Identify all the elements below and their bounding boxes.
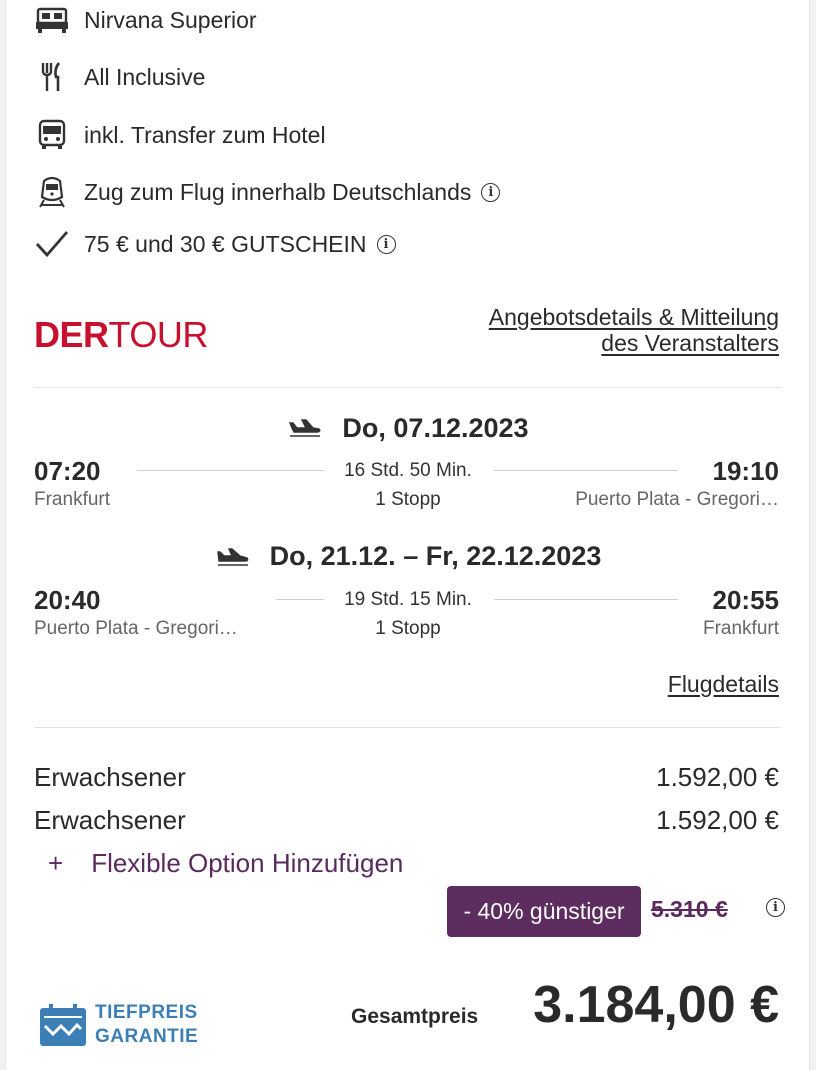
- total-price: 3.184,00 €: [533, 976, 779, 1034]
- return-dep-city: Puerto Plata - Gregori…: [34, 618, 238, 639]
- old-price: 5.310 €: [651, 896, 728, 922]
- offer-card: Nirvana Superior All Inclusive inkl. Tra…: [5, 0, 810, 1070]
- return-stops: 1 Stopp: [375, 618, 441, 639]
- feature-transfer: inkl. Transfer zum Hotel: [34, 117, 326, 153]
- price-row-label: Erwachsener: [34, 805, 186, 835]
- return-header: Do, 21.12. – Fr, 22.12.2023: [6, 541, 811, 572]
- outbound-arr-city: Puerto Plata - Gregori…: [575, 489, 779, 510]
- divider: [34, 727, 781, 728]
- arrival-plane-icon: [216, 547, 248, 566]
- return-line-right: [494, 599, 678, 600]
- outbound-line-left: [137, 470, 324, 471]
- tiefpreis-line2: GARANTIE: [95, 1026, 199, 1047]
- outbound-arr-time: 19:10: [712, 456, 780, 486]
- feature-room-label: Nirvana Superior: [84, 6, 257, 33]
- voucher-info-icon[interactable]: i: [376, 234, 396, 254]
- outbound-dep-city: Frankfurt: [34, 489, 111, 510]
- return-date: Do, 21.12. – Fr, 22.12.2023: [269, 541, 602, 571]
- feature-board: All Inclusive: [34, 59, 205, 95]
- outbound-header: Do, 07.12.2023: [6, 413, 811, 444]
- price-row-value: 1.592,00 €: [656, 762, 779, 792]
- tiefpreis-garantie: TIEFPREIS GARANTIE: [39, 1001, 198, 1049]
- plus-icon: +: [48, 848, 64, 878]
- feature-board-label: All Inclusive: [84, 63, 206, 90]
- feature-transfer-label: inkl. Transfer zum Hotel: [84, 121, 326, 148]
- feature-voucher: 75 € und 30 € GUTSCHEIN i: [34, 226, 396, 262]
- cutlery-icon: [34, 59, 70, 95]
- feature-train-label: Zug zum Flug innerhalb Deutschlands: [84, 178, 472, 205]
- logo-tour: TOUR: [108, 314, 209, 355]
- divider: [34, 387, 781, 388]
- dertour-logo: DERTOUR: [34, 314, 208, 356]
- calendar-guarantee-icon: [40, 1004, 86, 1046]
- return-arr-city: Frankfurt: [702, 618, 779, 639]
- price-row-label: Erwachsener: [34, 762, 186, 792]
- outbound-date: Do, 07.12.2023: [342, 413, 529, 443]
- offer-details-line1: Angebotsdetails & Mitteilung: [488, 304, 779, 330]
- discount-badge: - 40% günstiger: [447, 886, 641, 937]
- return-dep-time: 20:40: [34, 585, 101, 615]
- feature-train: Zug zum Flug innerhalb Deutschlands i: [34, 174, 501, 210]
- offer-details-link[interactable]: Angebotsdetails & Mitteilung des Veranst…: [489, 304, 779, 356]
- logo-der: DER: [34, 314, 109, 355]
- price-row-value: 1.592,00 €: [656, 805, 779, 835]
- tiefpreis-line1: TIEFPREIS: [95, 1002, 198, 1023]
- flexible-option-label: Flexible Option Hinzufügen: [91, 848, 404, 878]
- feature-room: Nirvana Superior: [34, 2, 257, 38]
- flight-details-link[interactable]: Flugdetails: [668, 671, 779, 698]
- return-arr-time: 20:55: [712, 585, 780, 615]
- outbound-duration: 16 Std. 50 Min.: [344, 460, 472, 481]
- flexible-option-button[interactable]: + Flexible Option Hinzufügen: [48, 848, 403, 879]
- departure-plane-icon: [289, 418, 321, 437]
- bus-icon: [34, 117, 70, 153]
- outbound-line-right: [494, 470, 678, 471]
- old-price-info-icon[interactable]: i: [766, 898, 785, 917]
- train-info-icon[interactable]: i: [481, 182, 501, 202]
- offer-details-line2: des Veranstalters: [601, 330, 779, 356]
- outbound-stops: 1 Stopp: [375, 489, 441, 510]
- feature-voucher-label: 75 € und 30 € GUTSCHEIN: [84, 230, 367, 257]
- return-line-left: [276, 599, 324, 600]
- checkmark-icon: [34, 226, 70, 262]
- bed-icon: [34, 2, 70, 38]
- return-duration: 19 Std. 15 Min.: [344, 589, 472, 610]
- train-icon: [34, 174, 70, 210]
- outbound-dep-time: 07:20: [34, 456, 101, 486]
- total-label: Gesamtpreis: [351, 1005, 479, 1028]
